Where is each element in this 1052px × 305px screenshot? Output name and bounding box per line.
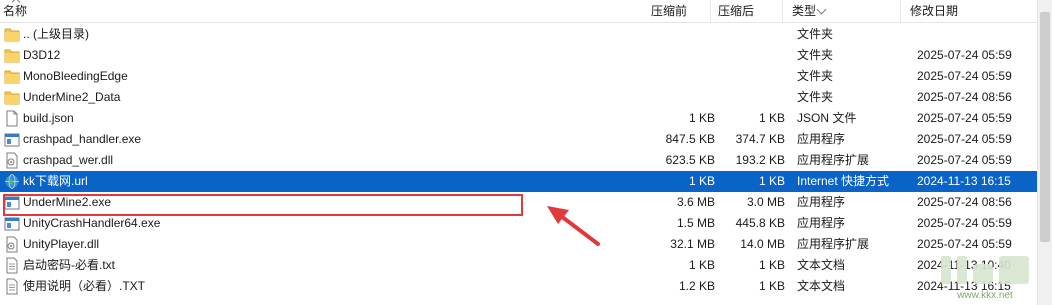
file-modified-date: 2025-07-24 08:56 <box>917 90 1012 104</box>
annotation-arrow-icon <box>547 206 600 246</box>
column-uncompressed[interactable]: 压缩后 <box>718 4 754 18</box>
file-size-before: 1.2 KB <box>678 279 715 293</box>
file-row[interactable]: crashpad_wer.dll 623.5 KB 193.2 KB 应用程序扩展 20… <box>0 150 1037 171</box>
file-type: 应用程序扩展 <box>797 237 870 251</box>
folder-icon <box>4 68 20 85</box>
file-row[interactable]: 启动密码-必看.txt1 KB1 KB文本文档2024-11-13 10:40 <box>0 255 1037 276</box>
file-type: 应用程序 <box>797 216 846 230</box>
file-name: UnderMine2_Data <box>23 90 121 104</box>
globe-icon <box>4 173 20 190</box>
watermark-logo: www.kkx.net <box>941 256 1029 301</box>
file-name: crashpad_wer.dll <box>23 153 114 167</box>
file-type: Internet 快捷方式 <box>797 174 890 188</box>
file-type: 应用程序 <box>797 195 846 209</box>
file-size-before <box>645 24 715 45</box>
file-size-before: 1.5 MB <box>676 216 715 230</box>
file-type: 文本文档 <box>797 279 846 293</box>
vertical-scrollbar[interactable] <box>1037 0 1052 305</box>
file-row[interactable]: 使用说明（必看）.TXT 1.2 KB 1 KB 文本文档 2024-11-13 16:… <box>0 276 1037 297</box>
document-icon <box>4 110 20 127</box>
file-size-before: 3.6 MB <box>676 195 715 209</box>
file-type: 文件夹 <box>797 48 834 62</box>
file-size-after <box>715 66 785 87</box>
file-row[interactable]: D3D12 文件夹 2025-07-24 05:59 <box>0 45 1037 66</box>
column-compressed[interactable]: 压缩前 <box>651 4 687 18</box>
file-row[interactable]: UnityPlayer.dll 32.1 MB 14.0 MB 应用程序扩展 2025-… <box>0 234 1037 255</box>
watermark-url: www.kkx.net <box>956 290 1013 301</box>
file-type: 应用程序扩展 <box>797 153 870 167</box>
file-modified-date: 2024-11-13 16:15 <box>917 174 1011 188</box>
file-modified-date: 2025-07-24 05:59 <box>917 111 1012 125</box>
folder-icon <box>4 47 20 64</box>
column-divider[interactable] <box>900 0 901 22</box>
dll-icon <box>4 152 20 169</box>
file-size-after: 1 KB <box>758 258 785 272</box>
file-size-after: 1 KB <box>758 174 785 188</box>
text-file-icon <box>4 257 20 274</box>
file-size-after <box>715 45 785 66</box>
file-modified-date: 2025-07-24 05:59 <box>917 153 1012 167</box>
column-modified[interactable]: 修改日期 <box>910 4 958 18</box>
folder-icon <box>4 26 20 43</box>
file-name: 使用说明（必看）.TXT <box>23 279 145 293</box>
file-name: build.json <box>23 111 74 125</box>
file-name: MonoBleedingEdge <box>23 69 128 83</box>
file-size-before: 1 KB <box>688 111 715 125</box>
scrollbar-thumb[interactable] <box>1040 12 1050 242</box>
file-size-before: 847.5 KB <box>665 132 715 146</box>
file-name: UnityPlayer.dll <box>23 237 100 251</box>
file-name: crashpad_handler.exe <box>23 132 142 146</box>
file-row[interactable]: kk下载网.url 1 KB 1 KB Internet 快捷方式 2024-11-13… <box>0 171 1037 192</box>
column-divider[interactable] <box>782 0 783 22</box>
file-type: 文件夹 <box>797 90 834 104</box>
file-row[interactable]: UnityCrashHandler64.exe 1.5 MB 445.8 KB 应用程… <box>0 213 1037 234</box>
file-size-before <box>645 45 715 66</box>
column-header: 名称 压缩前 压缩后 类型 修改日期 <box>0 0 1037 23</box>
file-row[interactable]: MonoBleedingEdge 文件夹 2025-07-24 05:59 <box>0 66 1037 87</box>
file-size-before: 32.1 MB <box>670 237 715 251</box>
file-modified-date: 2025-07-24 08:56 <box>917 195 1012 209</box>
column-type[interactable]: 类型 <box>792 4 816 18</box>
application-icon <box>4 131 20 148</box>
file-type: 文件夹 <box>797 69 834 83</box>
file-type: 文件夹 <box>797 27 834 41</box>
file-row[interactable]: build.json 1 KB 1 KB JSON 文件 2025-07-24 05:5… <box>0 108 1037 129</box>
file-size-after: 374.7 KB <box>735 132 785 146</box>
file-row[interactable]: UnderMine2_Data 文件夹 2025-07-24 08:56 <box>0 87 1037 108</box>
file-modified-date: 2025-07-24 05:59 <box>917 216 1012 230</box>
file-size-after: 193.2 KB <box>735 153 785 167</box>
file-modified-date: 2025-07-24 05:59 <box>917 69 1012 83</box>
folder-icon <box>4 89 20 106</box>
file-size-after <box>715 24 785 45</box>
file-size-after: 445.8 KB <box>735 216 785 230</box>
file-size-before: 1 KB <box>688 258 715 272</box>
file-name: 启动密码-必看.txt <box>23 258 115 272</box>
file-size-before <box>645 87 715 108</box>
file-name: UnityCrashHandler64.exe <box>23 216 161 230</box>
file-size-before: 623.5 KB <box>665 153 715 167</box>
annotation-highlight-box <box>3 194 523 216</box>
file-size-after: 14.0 MB <box>740 237 785 251</box>
dll-icon <box>4 236 20 253</box>
file-type: JSON 文件 <box>797 111 857 125</box>
column-divider[interactable] <box>710 0 711 22</box>
file-type: 文本文档 <box>797 258 846 272</box>
text-file-icon <box>4 278 20 295</box>
file-name: .. (上级目录) <box>23 27 89 41</box>
file-size-before <box>645 66 715 87</box>
chevron-down-icon[interactable] <box>816 4 827 15</box>
file-type: 应用程序 <box>797 132 846 146</box>
file-size-after: 3.0 MB <box>746 195 785 209</box>
file-name: D3D12 <box>23 48 61 62</box>
file-size-before: 1 KB <box>688 174 715 188</box>
file-size-after: 1 KB <box>758 279 785 293</box>
application-icon <box>4 215 20 232</box>
file-size-after <box>715 87 785 108</box>
file-row[interactable]: crashpad_handler.exe 847.5 KB 374.7 KB 应用程序… <box>0 129 1037 150</box>
file-modified-date: 2025-07-24 05:59 <box>917 48 1012 62</box>
file-size-after: 1 KB <box>758 111 785 125</box>
file-name: kk下载网.url <box>23 174 88 188</box>
file-row[interactable]: .. (上级目录) 文件夹 <box>0 24 1037 45</box>
file-modified-date: 2025-07-24 05:59 <box>917 132 1012 146</box>
